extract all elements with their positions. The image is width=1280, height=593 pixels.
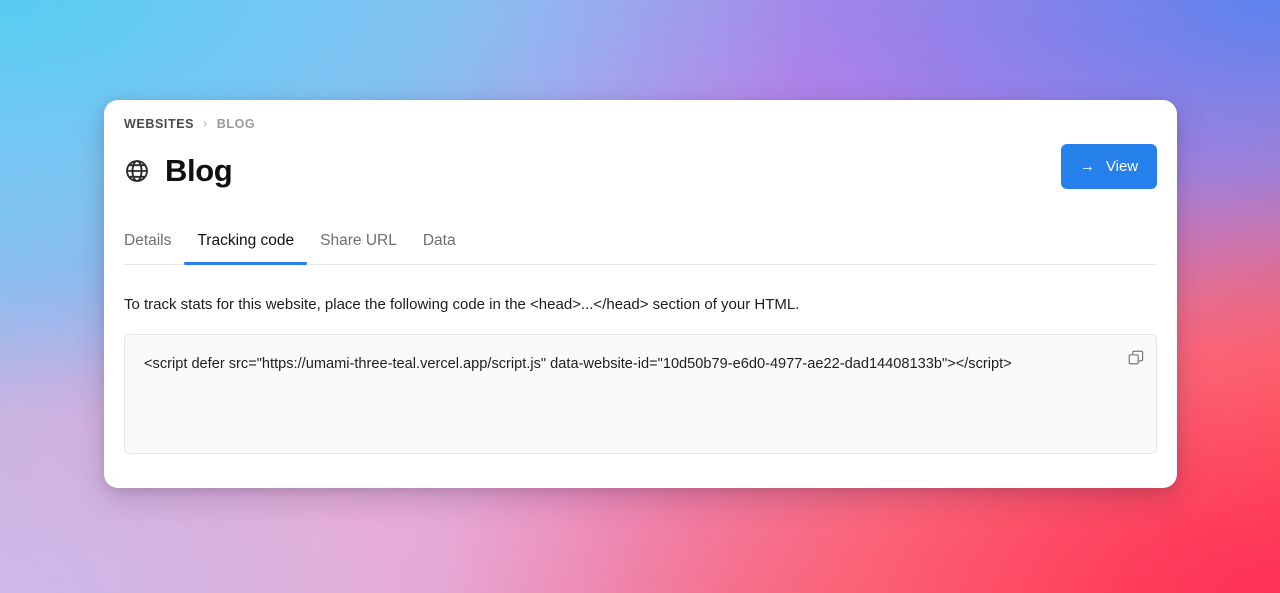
- breadcrumb: WEBSITES › BLOG: [115, 100, 1166, 131]
- view-button-label: View: [1105, 158, 1139, 175]
- breadcrumb-item-current: BLOG: [216, 117, 256, 131]
- tab-share-url[interactable]: Share URL: [307, 226, 410, 264]
- copy-icon[interactable]: [1123, 345, 1147, 369]
- arrow-right-icon: →: [1079, 158, 1095, 175]
- breadcrumb-item-websites[interactable]: WEBSITES: [124, 117, 194, 131]
- settings-tabs: Details Tracking code Share URL Data: [124, 226, 1157, 265]
- view-button[interactable]: → View: [1061, 144, 1157, 189]
- page-header: Blog → View: [115, 131, 1166, 189]
- tracking-instruction-text: To track stats for this website, place t…: [124, 296, 800, 313]
- tracking-code-snippet: <script defer src="https://umami-three-t…: [144, 356, 1012, 372]
- tracking-code-box[interactable]: <script defer src="https://umami-three-t…: [124, 334, 1157, 454]
- tab-data[interactable]: Data: [410, 226, 469, 264]
- website-settings-card: WEBSITES › BLOG Blog → View Details Trac…: [104, 100, 1177, 488]
- chevron-right-icon: ›: [203, 116, 208, 130]
- globe-icon: [124, 158, 150, 184]
- page-title: Blog: [165, 153, 233, 188]
- tab-tracking-code[interactable]: Tracking code: [184, 226, 307, 265]
- tab-details[interactable]: Details: [111, 226, 184, 264]
